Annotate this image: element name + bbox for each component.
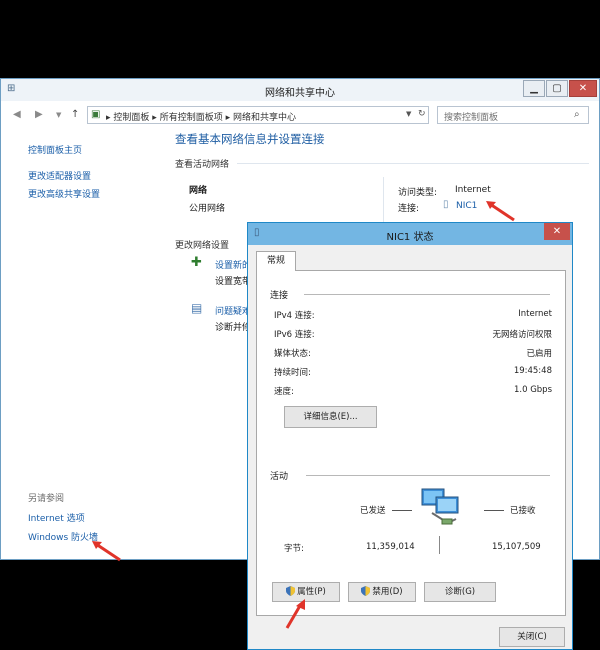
search-input[interactable]: 搜索控制面板 ⌕ xyxy=(437,106,589,124)
nic-adapter-icon: ▯ xyxy=(443,199,449,210)
media-state-value: 已启用 xyxy=(526,349,552,359)
breadcrumb-item-network-center[interactable]: 网络和共享中心 xyxy=(233,113,296,123)
breadcrumb: ▸ 控制面板 ▸ 所有控制面板项 ▸ 网络和共享中心 xyxy=(106,110,296,123)
diagnose-button[interactable]: 诊断(G) xyxy=(424,582,496,602)
recent-dropdown-icon[interactable]: ▼ xyxy=(56,111,61,119)
ipv4-label: IPv4 连接: xyxy=(274,311,315,321)
close-dialog-button[interactable]: 关闭(C) xyxy=(499,627,565,647)
breadcrumb-sep: ▸ xyxy=(106,113,111,123)
media-state-label: 媒体状态: xyxy=(274,349,311,359)
see-also-heading: 另请参阅 xyxy=(28,494,65,504)
connection-group-label: 连接 xyxy=(270,291,289,301)
uac-shield-icon xyxy=(286,586,296,596)
activity-group-label: 活动 xyxy=(270,472,289,482)
bytes-label: 字节: xyxy=(284,544,304,554)
forward-icon[interactable]: ▶ xyxy=(35,109,43,120)
search-placeholder: 搜索控制面板 xyxy=(444,113,499,123)
nic1-status-dialog: ▯ NIC1 状态 ✕ 常规 连接 IPv4 连接: Internet IPv6… xyxy=(247,222,573,650)
breadcrumb-item-control-panel[interactable]: 控制面板 xyxy=(113,113,149,123)
navigation-bar: ◀ ▶ ▼ ↑ ▣ ▸ 控制面板 ▸ 所有控制面板项 ▸ 网络和共享中心 ▼ ↻… xyxy=(1,101,599,129)
connection-label: 连接: xyxy=(398,204,420,214)
active-networks-heading: 查看活动网络 xyxy=(175,160,230,170)
window-title: 网络和共享中心 xyxy=(265,88,335,99)
received-line xyxy=(484,510,504,511)
access-type-value: Internet xyxy=(455,185,491,195)
divider xyxy=(237,163,589,164)
left-pane: 控制面板主页 更改适配器设置 更改高级共享设置 另请参阅 Internet 选项… xyxy=(1,129,161,559)
tab-general[interactable]: 常规 xyxy=(256,251,296,271)
annotation-arrow-firewall xyxy=(92,541,121,562)
properties-label: 属性(P) xyxy=(297,587,326,597)
network-activity-icon xyxy=(421,488,459,525)
minimize-button[interactable]: ▁ xyxy=(523,80,545,97)
bytes-sent: 11,359,014 xyxy=(366,542,415,552)
ipv4-value: Internet xyxy=(518,309,552,319)
page-title: 查看基本网络信息并设置连接 xyxy=(175,132,325,146)
uac-shield-icon xyxy=(361,586,371,596)
sidebar-home-link[interactable]: 控制面板主页 xyxy=(28,143,82,156)
tab-panel xyxy=(256,270,566,616)
divider xyxy=(304,294,550,295)
dialog-title: NIC1 状态 xyxy=(386,232,434,243)
troubleshoot-link[interactable]: 问题疑难 xyxy=(215,304,251,317)
sidebar-item-internet-options[interactable]: Internet 选项 xyxy=(28,511,85,524)
sent-line xyxy=(392,510,412,511)
bytes-received: 15,107,509 xyxy=(492,542,541,552)
address-dropdown-icon[interactable]: ▼ xyxy=(406,110,411,118)
close-button[interactable]: ✕ xyxy=(569,80,597,97)
disable-button[interactable]: 禁用(D) xyxy=(348,582,416,602)
ipv6-value: 无网络访问权限 xyxy=(492,330,552,340)
search-icon[interactable]: ⌕ xyxy=(574,109,580,120)
connection-nic1-link[interactable]: NIC1 xyxy=(456,201,477,211)
setup-connection-desc: 设置宽带 xyxy=(215,277,252,287)
network-name: 网络 xyxy=(189,186,208,196)
up-arrow-icon[interactable]: ↑ xyxy=(71,109,79,120)
divider xyxy=(383,177,384,223)
breadcrumb-sep: ▸ xyxy=(225,113,231,123)
duration-value: 19:45:48 xyxy=(513,366,552,376)
bytes-divider xyxy=(439,536,440,554)
troubleshoot-icon: ▤ xyxy=(191,301,203,315)
speed-value: 1.0 Gbps xyxy=(513,385,552,395)
troubleshoot-desc: 诊断并修 xyxy=(215,323,252,333)
sidebar-item-advanced-sharing[interactable]: 更改高级共享设置 xyxy=(28,187,100,200)
breadcrumb-sep: ▸ xyxy=(152,113,157,123)
divider xyxy=(306,475,550,476)
annotation-arrow-properties xyxy=(285,599,305,629)
sent-label: 已发送 xyxy=(360,506,386,516)
refresh-icon[interactable]: ↻ xyxy=(418,109,426,119)
sidebar-item-adapter-settings[interactable]: 更改适配器设置 xyxy=(28,169,91,182)
breadcrumb-item-all-items[interactable]: 所有控制面板项 xyxy=(160,113,223,123)
speed-label: 速度: xyxy=(274,387,294,397)
sidebar-item-windows-firewall[interactable]: Windows 防火墙 xyxy=(28,530,98,543)
duration-label: 持续时间: xyxy=(274,368,311,378)
back-icon[interactable]: ◀ xyxy=(13,109,21,120)
access-type-label: 访问类型: xyxy=(398,188,438,198)
setup-connection-icon: ✚ xyxy=(191,255,202,270)
disable-label: 禁用(D) xyxy=(372,587,403,597)
ipv6-label: IPv6 连接: xyxy=(274,330,315,340)
dialog-title-bar[interactable]: ▯ NIC1 状态 ✕ xyxy=(248,223,572,245)
setup-connection-link[interactable]: 设置新的 xyxy=(215,258,251,271)
details-button[interactable]: 详细信息(E)... xyxy=(284,406,377,428)
dialog-close-button[interactable]: ✕ xyxy=(544,223,570,240)
annotation-arrow-nic1 xyxy=(486,201,515,222)
title-bar[interactable]: ⊞ 网络和共享中心 ▁ ▢ ✕ xyxy=(1,79,599,101)
maximize-button[interactable]: ▢ xyxy=(546,80,568,97)
network-type: 公用网络 xyxy=(189,204,226,214)
control-panel-icon: ▣ xyxy=(91,109,101,120)
change-settings-heading: 更改网络设置 xyxy=(175,241,230,251)
address-bar[interactable]: ▣ ▸ 控制面板 ▸ 所有控制面板项 ▸ 网络和共享中心 ▼ ↻ xyxy=(87,106,429,124)
received-label: 已接收 xyxy=(510,506,536,516)
